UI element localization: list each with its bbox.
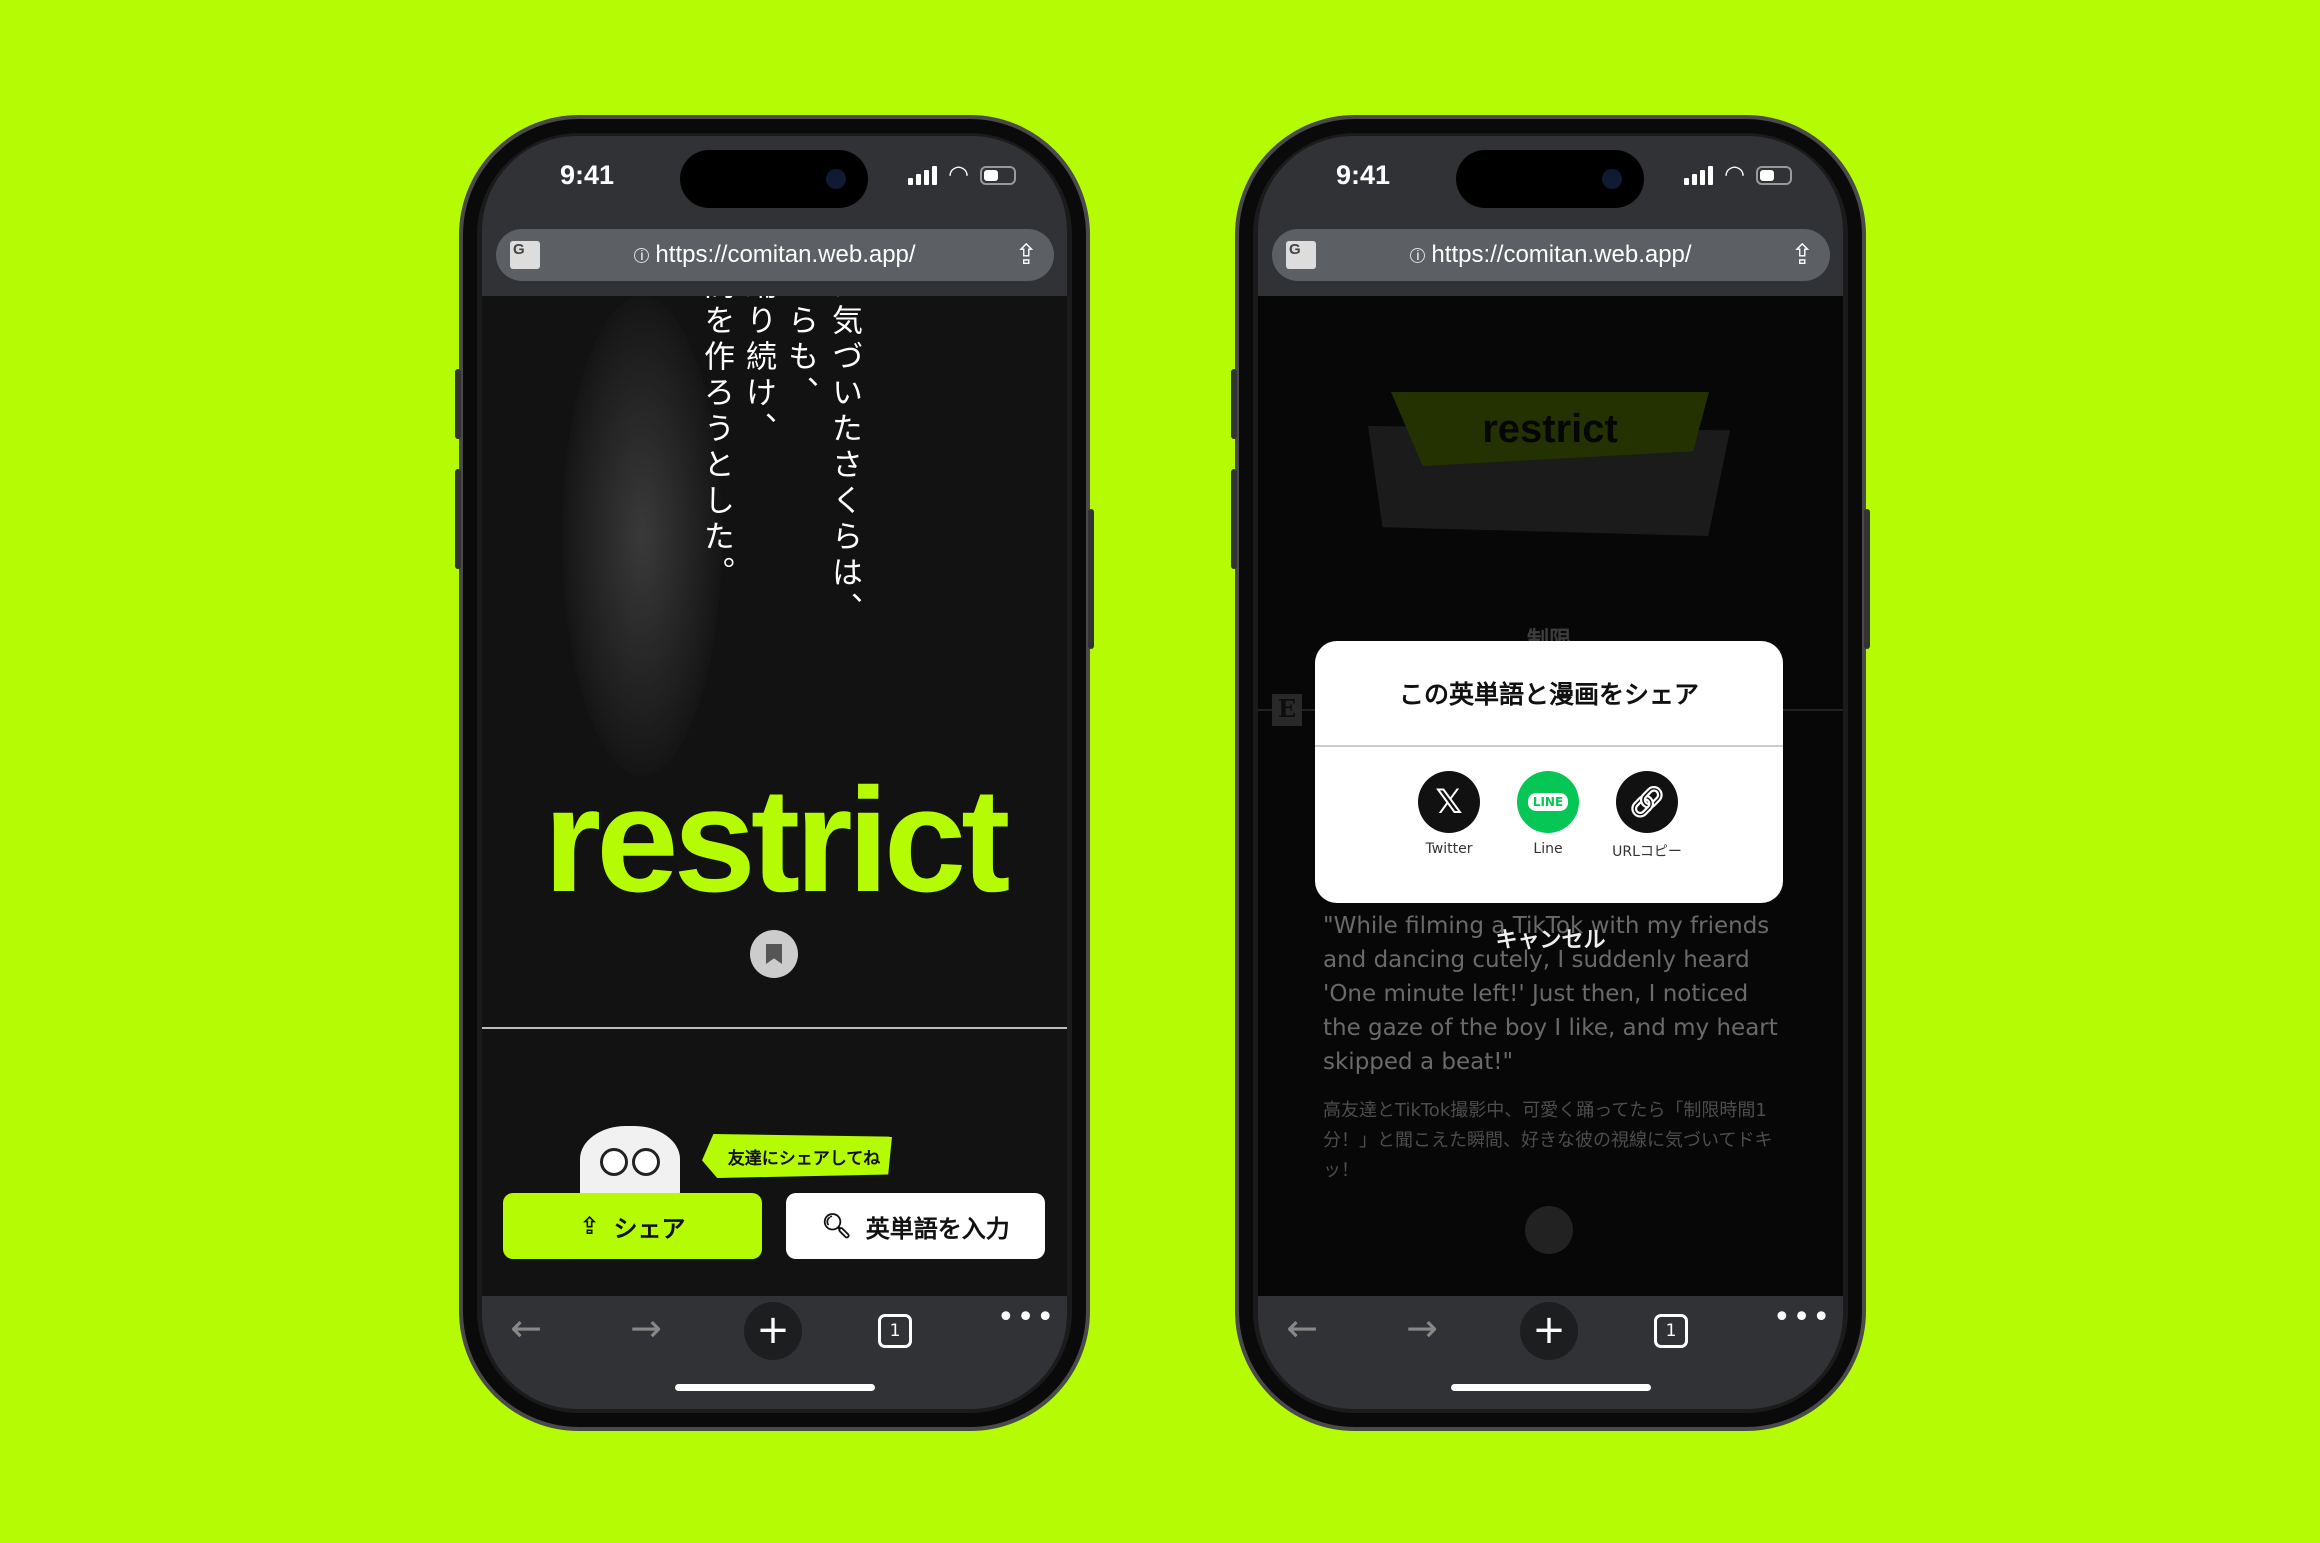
info-icon: i	[1410, 247, 1426, 263]
cat-mascot	[580, 1126, 680, 1198]
info-icon: i	[634, 247, 650, 263]
story-text-col-3: 踊り続け、	[740, 296, 776, 448]
browser-share-icon[interactable]: ⇪	[1791, 238, 1814, 271]
phone-right: restrict 制限 E 9:41 ◠ G ihttps://comitan.…	[1231, 115, 1870, 1431]
share-button[interactable]: ⇪ シェア	[503, 1193, 762, 1259]
link-icon: 🔗︎	[1616, 771, 1678, 833]
dynamic-island	[680, 150, 868, 208]
browser-top-bar: 9:41 ◠ G i https://comitan.web.app/ ⇪	[1258, 136, 1843, 296]
translate-icon[interactable]: G	[1286, 241, 1316, 269]
search-word-button[interactable]: 🔍︎ 英単語を入力	[786, 1193, 1045, 1259]
new-tab-plus-icon[interactable]: +	[744, 1302, 802, 1360]
back-arrow-icon[interactable]: ←	[1272, 1306, 1332, 1350]
story-text-col-1: に気づいたさくらは、	[826, 296, 862, 628]
signal-icon	[1684, 166, 1713, 185]
share-modal: この英単語と漫画をシェア 𝕏 Twitter LINE Line 🔗︎ URLコ…	[1315, 641, 1783, 903]
word-title: restrict	[543, 758, 1011, 923]
dynamic-island	[1456, 150, 1644, 208]
story-text-col-2: からも、	[782, 296, 818, 412]
url-text: https://comitan.web.app/	[1431, 241, 1692, 268]
tabs-button[interactable]: 1	[1654, 1314, 1688, 1348]
screen: restrict 制限 E 9:41 ◠ G ihttps://comitan.…	[1258, 136, 1843, 1409]
more-dots-icon[interactable]: •••	[997, 1300, 1056, 1335]
browser-share-icon[interactable]: ⇪	[1015, 238, 1038, 271]
page-content: に気づいたさくらは、 からも、 踊り続け、 間を作ろうとした。 restrict…	[482, 296, 1067, 1296]
screen: に気づいたさくらは、 からも、 踊り続け、 間を作ろうとした。 restrict…	[482, 136, 1067, 1409]
share-twitter-button[interactable]: 𝕏 Twitter	[1399, 771, 1499, 857]
battery-icon	[980, 166, 1016, 185]
browser-top-bar: 9:41 ◠ G i https://comitan.web.app/ ⇪	[482, 136, 1067, 296]
bookmark-icon	[766, 944, 782, 964]
address-bar[interactable]: G i https://comitan.web.app/ ⇪	[1272, 229, 1830, 281]
x-logo-icon: 𝕏	[1418, 771, 1480, 833]
home-indicator	[675, 1384, 875, 1391]
tabs-button[interactable]: 1	[878, 1314, 912, 1348]
status-time: 9:41	[559, 160, 615, 190]
translate-icon[interactable]: G	[510, 241, 540, 269]
address-bar[interactable]: G i https://comitan.web.app/ ⇪	[496, 229, 1054, 281]
share-icon: ⇪	[579, 1212, 600, 1240]
modal-title: この英単語と漫画をシェア	[1315, 641, 1783, 747]
cancel-button[interactable]: キャンセル	[1258, 922, 1843, 954]
example-japanese: 高友達とTikTok撮影中、可愛く踊ってたら「制限時間1分！」と聞こえた瞬間、好…	[1323, 1100, 1773, 1181]
copy-url-button[interactable]: 🔗︎ URLコピー	[1597, 771, 1697, 861]
wifi-icon: ◠	[1724, 160, 1745, 188]
battery-icon	[1756, 166, 1792, 185]
back-arrow-icon[interactable]: ←	[496, 1306, 556, 1350]
line-logo-icon: LINE	[1517, 771, 1579, 833]
forward-arrow-icon[interactable]: →	[1392, 1306, 1452, 1350]
share-line-button[interactable]: LINE Line	[1498, 771, 1598, 857]
more-dots-icon[interactable]: •••	[1773, 1300, 1832, 1335]
new-tab-plus-icon[interactable]: +	[1520, 1302, 1578, 1360]
url-text: https://comitan.web.app/	[655, 241, 916, 268]
forward-arrow-icon[interactable]: →	[616, 1306, 676, 1350]
story-text-col-4: 間を作ろうとした。	[698, 296, 734, 592]
divider	[482, 1027, 1067, 1029]
speech-bubble: 友達にシェアしてね	[702, 1134, 892, 1178]
home-indicator	[1451, 1384, 1651, 1391]
phone-left: に気づいたさくらは、 からも、 踊り続け、 間を作ろうとした。 restrict…	[455, 115, 1094, 1431]
wifi-icon: ◠	[948, 160, 969, 188]
bookmark-button[interactable]	[750, 930, 798, 978]
browser-toolbar: ← → + 1 •••	[1258, 1296, 1843, 1409]
signal-icon	[908, 166, 937, 185]
browser-toolbar: ← → + 1 •••	[482, 1296, 1067, 1409]
search-icon: 🔍︎	[821, 1212, 852, 1240]
status-time: 9:41	[1335, 160, 1391, 190]
